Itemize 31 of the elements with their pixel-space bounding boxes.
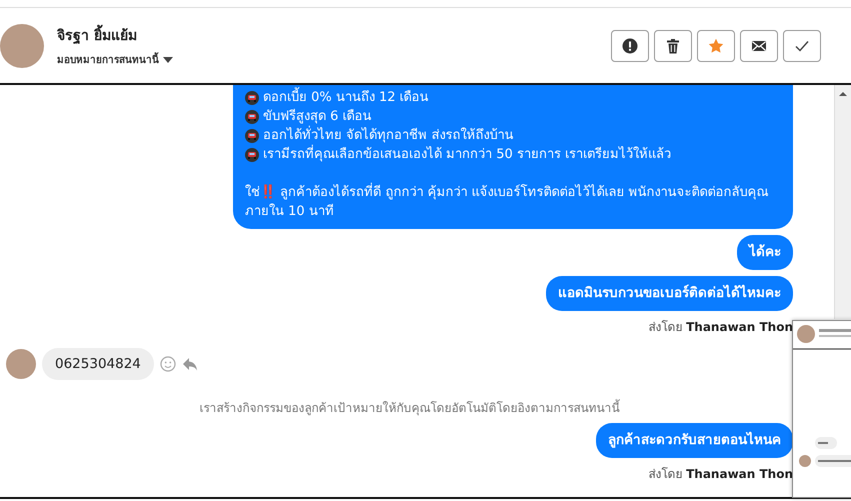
message-bubble: 0625304824	[42, 348, 154, 380]
message-text: ขับฟรีสูงสุด 6 เดือน	[263, 108, 372, 126]
sent-by-label: ส่งโดย Thanawan Thon	[648, 466, 793, 483]
car-icon	[245, 90, 259, 104]
message-text: ออกได้ทั่วไทย จัดได้ทุกอาชีพ ส่งรถให้ถึงบ้าน	[263, 126, 514, 145]
avatar	[6, 349, 36, 379]
contact-name: จิรฐา ยิ้มแย้ม	[57, 24, 611, 46]
alert-icon	[622, 38, 638, 54]
mail-button[interactable]	[740, 30, 778, 62]
message-text: ใช่‼ ลูกค้าต้องได้รถที่ดี ถูกกว่า คุ้มกว่า แจ้งเบอร์โทรติดต่อไว้ได้เลย พนักงานจะติดต่อกลับคุณภายใน 10 นาที	[245, 183, 779, 221]
message-bubble: แอดมินรบกวนขอเบอร์ติดต่อได้ไหมคะ	[546, 276, 793, 311]
sent-by-label: ส่งโดย Thanawan Thon	[648, 319, 793, 336]
check-button[interactable]	[783, 30, 821, 62]
trash-icon	[665, 38, 681, 54]
avatar	[0, 24, 44, 68]
message-bubble: ได้คะ	[737, 235, 793, 270]
caret-icon[interactable]	[163, 56, 173, 62]
assign-conversation-link[interactable]: มอบหมายการสนทนานี้	[57, 52, 159, 67]
message-bubble: ลูกค้าสะดวกรับสายตอนไหนค	[596, 423, 793, 458]
star-icon	[708, 38, 724, 54]
star-button[interactable]	[697, 30, 735, 62]
message-text: เรามีรถที่คุณเลือกข้อเสนอเองได้ มากกว่า 50 รายการ เราเตรียมไว้ให้แล้ว	[263, 145, 672, 164]
reply-icon[interactable]	[182, 356, 198, 372]
trash-button[interactable]	[654, 30, 692, 62]
car-icon	[245, 148, 259, 162]
car-icon	[245, 128, 259, 142]
alert-button[interactable]	[611, 30, 649, 62]
scrollbar[interactable]	[834, 85, 851, 319]
message-text: ดอกเบี้ย 0% นานถึง 12 เดือน	[263, 88, 429, 107]
car-icon	[245, 110, 259, 124]
system-notice: เราสร้างกิจกรรมของลูกค้าเป้าหมายให้กับคุณโดยอัตโนมัติโดยอิงตามการสนทนานี้	[200, 398, 620, 417]
